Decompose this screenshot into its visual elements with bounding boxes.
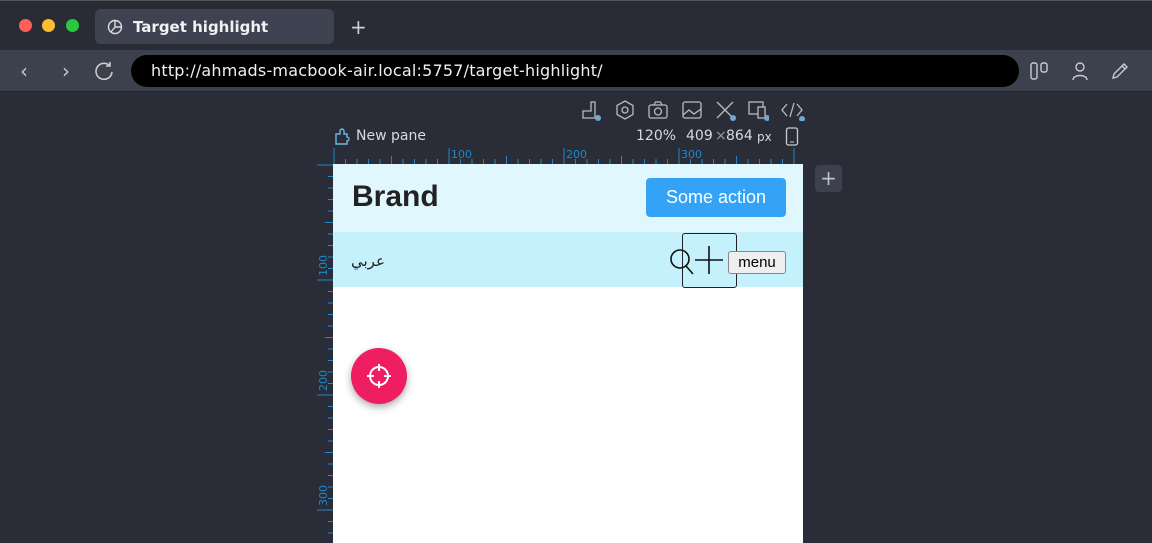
ruler-label: 100 [317,255,330,276]
back-button[interactable]: ‹ [20,59,28,83]
zoom-level: 120% [636,128,677,144]
responsive-icon[interactable] [747,99,769,121]
viewport-height: 864 [726,128,753,144]
browser-tab[interactable]: Target highlight [95,9,334,44]
browser-toolbar: ‹ › http://ahmads-macbook-air.local:5757… [0,50,1152,92]
user-icon[interactable] [1069,60,1091,82]
page-viewport: Brand Some action عربي menu [333,164,803,543]
language-link[interactable]: عربي [351,252,385,270]
add-pane-button[interactable]: + [815,165,842,192]
title-bar: Target highlight + [0,0,1152,50]
maximize-window-button[interactable] [66,19,79,32]
minimize-window-button[interactable] [42,19,55,32]
unit-label: px [757,130,772,144]
split-view-icon[interactable] [1029,60,1051,82]
new-tab-button[interactable]: + [350,15,367,39]
code-icon[interactable] [781,99,805,121]
ruler-label: 200 [566,148,587,161]
url-bar[interactable]: http://ahmads-macbook-air.local:5757/tar… [131,55,1019,87]
ruler-icon[interactable] [581,99,603,121]
ruler-label: 300 [681,148,702,161]
top-ruler: 100 200 300 [333,148,795,164]
settings-hex-icon[interactable] [614,99,636,121]
ruler-label: 100 [451,148,472,161]
design-tools-icon[interactable] [714,99,736,121]
viewport-width: 409 [686,128,713,144]
pencil-icon[interactable] [1109,60,1131,82]
tab-title: Target highlight [133,17,269,36]
camera-icon[interactable] [647,99,669,121]
pane-name[interactable]: New pane [356,128,426,144]
brand-logo[interactable]: Brand [352,180,439,214]
ruler-label: 200 [317,370,330,391]
target-fab-button[interactable] [351,348,407,404]
forward-button[interactable]: › [62,59,70,83]
plus-icon[interactable] [693,245,725,275]
pie-chart-icon [107,19,123,34]
mobile-device-icon[interactable] [785,127,799,146]
puzzle-icon [335,128,350,145]
reload-icon[interactable] [93,60,115,82]
nav-bar: عربي menu [333,232,803,288]
menu-button[interactable]: menu [728,251,786,274]
ruler-label: 300 [317,485,330,506]
image-icon[interactable] [681,99,703,121]
some-action-button[interactable]: Some action [646,178,786,217]
dimension-separator: × [715,128,727,144]
close-window-button[interactable] [19,19,32,32]
left-ruler: 100 200 300 [317,164,333,534]
crosshair-icon [367,364,391,388]
page-header: Brand Some action [333,164,803,232]
